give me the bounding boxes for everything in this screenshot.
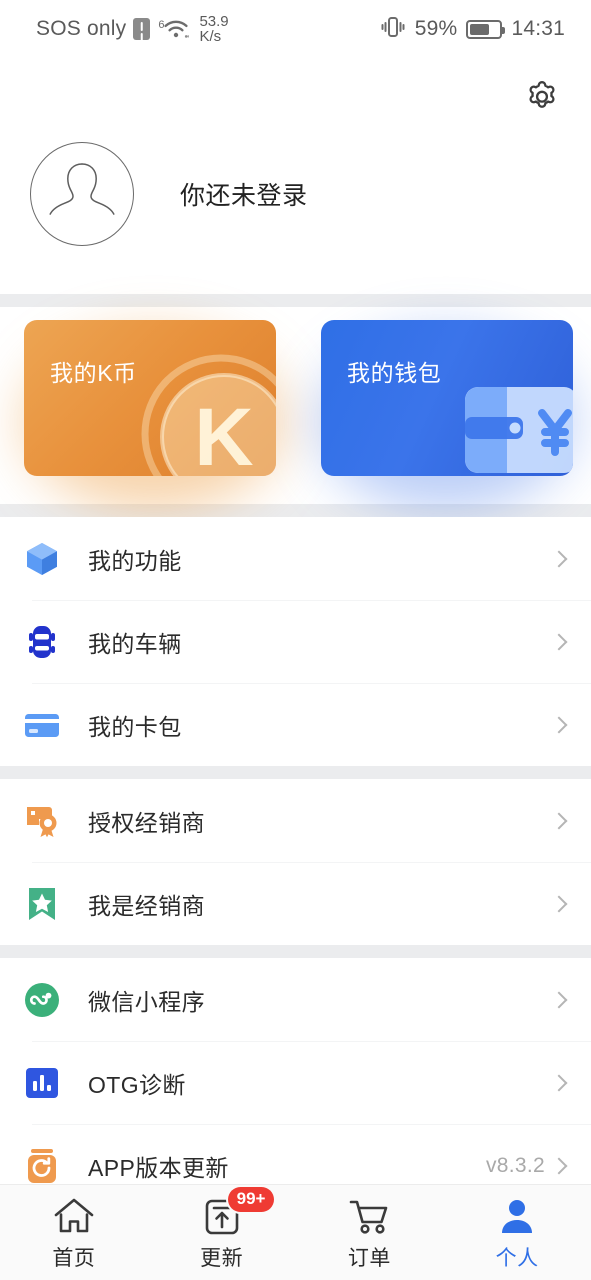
login-prompt-label[interactable]: 你还未登录 xyxy=(180,176,308,212)
bar-chart-icon xyxy=(22,1063,62,1103)
menu-item-car-top-view[interactable]: 我的车辆 xyxy=(0,600,591,683)
car-top-view-icon xyxy=(22,622,62,662)
menu-item-label: 我的车辆 xyxy=(88,630,182,657)
wechat-miniprogram-icon xyxy=(22,980,62,1020)
menu-item-label: 微信小程序 xyxy=(88,988,205,1015)
bottom-tab-bar: 首页 99+ 更新 订单 个人 xyxy=(0,1184,591,1280)
vibrate-icon xyxy=(380,15,406,44)
menu-item-certificate-award[interactable]: 授权经销商 xyxy=(0,779,591,862)
k-coin-card[interactable]: 我的K币 K xyxy=(24,320,276,476)
section-divider xyxy=(0,945,591,958)
tab-update[interactable]: 99+ 更新 xyxy=(148,1185,296,1280)
menu-item-bar-chart[interactable]: OTG诊断 xyxy=(0,1041,591,1124)
avatar[interactable] xyxy=(30,142,134,246)
update-badge: 99+ xyxy=(227,1187,275,1213)
menu-group: 我的功能我的车辆我的卡包 xyxy=(0,517,591,766)
status-bar: SOS only 6 53.9 K/s 59% 14:31 xyxy=(0,0,591,58)
status-bar-left: SOS only 6 53.9 K/s xyxy=(36,12,229,45)
gear-icon xyxy=(522,77,562,122)
section-divider xyxy=(0,294,591,307)
menu-sections: 我的功能我的车辆我的卡包授权经销商我是经销商微信小程序 OTG诊断 APP版本更新 v… xyxy=(0,517,591,1207)
svg-text:K: K xyxy=(194,392,253,476)
wifi-icon: 6 xyxy=(157,18,190,40)
k-coin-card-title: 我的K币 xyxy=(50,360,137,386)
menu-group: 授权经销商我是经销商 xyxy=(0,779,591,945)
menu-item-bookmark-star[interactable]: 我是经销商 xyxy=(0,862,591,945)
network-speed: 53.9 K/s xyxy=(199,12,229,45)
sim-alert-icon xyxy=(133,18,151,40)
tab-home-label: 首页 xyxy=(52,1247,96,1270)
upload-box-icon: 99+ xyxy=(200,1187,275,1237)
menu-item-label: APP版本更新 xyxy=(88,1154,229,1181)
tab-home[interactable]: 首页 xyxy=(0,1185,148,1280)
tab-profile-label: 个人 xyxy=(495,1247,539,1270)
menu-item-credit-card[interactable]: 我的卡包 xyxy=(0,683,591,766)
wallet-card[interactable]: 我的钱包 xyxy=(321,320,573,476)
menu-item-label: 授权经销商 xyxy=(88,809,205,836)
credit-card-icon xyxy=(22,705,62,745)
menu-group: 微信小程序 OTG诊断 APP版本更新 v8.3.2 xyxy=(0,958,591,1207)
wifi-generation-label: 6 xyxy=(158,18,165,31)
header-actions xyxy=(0,58,591,124)
chevron-right-icon xyxy=(550,991,568,1008)
person-icon xyxy=(495,1193,539,1237)
menu-item-label: 我是经销商 xyxy=(88,892,205,919)
tab-orders-label: 订单 xyxy=(347,1247,391,1270)
status-bar-right: 59% 14:31 xyxy=(380,15,565,44)
tab-update-label: 更新 xyxy=(200,1247,244,1270)
section-divider xyxy=(0,766,591,779)
battery-icon xyxy=(466,19,506,39)
profile-row[interactable]: 你还未登录 xyxy=(0,124,591,246)
battery-percent-label: 59% xyxy=(414,17,458,40)
bookmark-star-icon xyxy=(22,884,62,924)
profile-header: 你还未登录 xyxy=(0,58,591,294)
settings-button[interactable] xyxy=(517,74,567,124)
chevron-right-icon xyxy=(550,1074,568,1091)
menu-item-value: v8.3.2 xyxy=(485,1153,545,1177)
section-divider xyxy=(0,504,591,517)
menu-item-label: 我的卡包 xyxy=(88,713,182,740)
shopping-cart-icon xyxy=(346,1193,392,1237)
app-update-icon xyxy=(22,1146,62,1186)
chevron-right-icon xyxy=(550,633,568,650)
chevron-right-icon xyxy=(550,1157,568,1174)
menu-item-wechat-miniprogram[interactable]: 微信小程序 xyxy=(0,958,591,1041)
tab-profile[interactable]: 个人 xyxy=(443,1185,591,1280)
chevron-right-icon xyxy=(550,895,568,912)
chevron-right-icon xyxy=(550,812,568,829)
menu-item-label: OTG诊断 xyxy=(88,1071,186,1098)
menu-item-label: 我的功能 xyxy=(88,547,182,574)
wallet-card-title: 我的钱包 xyxy=(347,360,442,386)
app-screen: SOS only 6 53.9 K/s 59% 14:31 你还未登录 我的K币… xyxy=(0,0,591,1280)
certificate-award-icon xyxy=(22,801,62,841)
clock-label: 14:31 xyxy=(511,17,565,40)
menu-item-cube-3d[interactable]: 我的功能 xyxy=(0,517,591,600)
wallet-cards-section: 我的K币 K 我的钱包 xyxy=(0,307,591,511)
network-speed-unit: K/s xyxy=(199,28,222,45)
home-icon xyxy=(51,1193,97,1237)
network-speed-value: 53.9 xyxy=(199,12,229,30)
avatar-placeholder-icon xyxy=(32,143,132,245)
cube-3d-icon xyxy=(22,539,62,579)
tab-orders[interactable]: 订单 xyxy=(296,1185,444,1280)
chevron-right-icon xyxy=(550,550,568,567)
chevron-right-icon xyxy=(550,716,568,733)
carrier-label: SOS only xyxy=(36,17,127,40)
